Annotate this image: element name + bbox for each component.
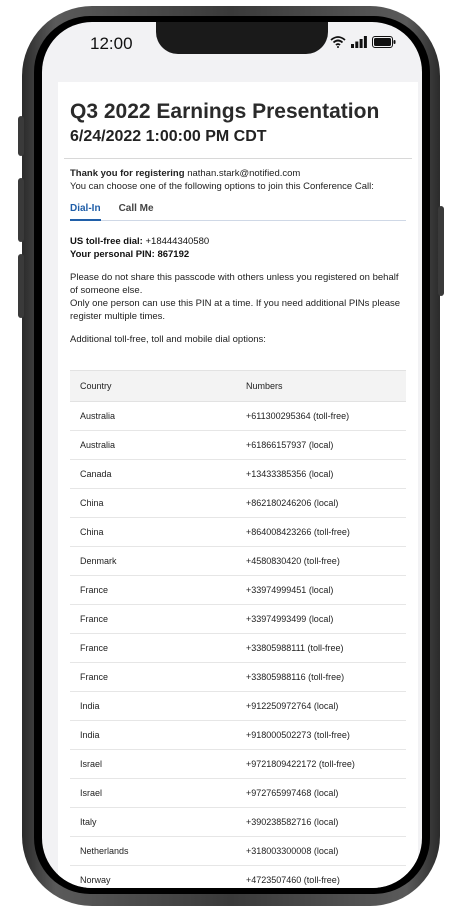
notice-additional: Additional toll-free, toll and mobile di… <box>70 334 266 345</box>
table-header-row: Country Numbers <box>70 370 406 402</box>
table-row: France +33805988111 (toll-free) <box>70 633 406 663</box>
row-number: +972765997468 (local) <box>236 778 406 808</box>
battery-icon <box>372 36 396 48</box>
row-number: +33974999451 (local) <box>236 575 406 605</box>
phone-screen: 12:00 Q3 2022 Earnings Presentation 6/24… <box>34 16 430 894</box>
notice-single-use: Only one person can use this PIN at a ti… <box>70 298 401 322</box>
table-row: Australia +61866157937 (local) <box>70 430 406 460</box>
row-country: Netherlands <box>70 836 236 866</box>
table-row: Italy +390238582716 (local) <box>70 807 406 837</box>
row-country: France <box>70 604 236 634</box>
side-button-power <box>438 206 444 296</box>
row-country: Israel <box>70 749 236 779</box>
row-number: +4723507460 (toll-free) <box>236 865 406 888</box>
signal-icon <box>351 36 367 48</box>
table-row: Norway +4723507460 (toll-free) <box>70 865 406 888</box>
row-number: +390238582716 (local) <box>236 807 406 837</box>
page-card: Q3 2022 Earnings Presentation 6/24/2022 … <box>58 82 418 888</box>
dial-options-table: Country Numbers Australia +611300295364 (… <box>70 370 406 888</box>
status-icons <box>330 36 396 48</box>
row-number: +4580830420 (toll-free) <box>236 546 406 576</box>
pin-label: Your personal PIN: <box>70 249 155 260</box>
table-row: France +33805988116 (toll-free) <box>70 662 406 692</box>
status-time: 12:00 <box>90 34 133 53</box>
row-country: Australia <box>70 401 236 431</box>
table-row: China +862180246206 (local) <box>70 488 406 518</box>
row-country: Italy <box>70 807 236 837</box>
row-country: Australia <box>70 430 236 460</box>
row-country: China <box>70 517 236 547</box>
pin-value: 867192 <box>157 249 190 260</box>
dial-info: US toll-free dial: +18444340580 Your per… <box>70 235 406 261</box>
join-tabs: Dial-In Call Me <box>70 203 406 221</box>
table-row: France +33974993499 (local) <box>70 604 406 634</box>
row-number: +912250972764 (local) <box>236 691 406 721</box>
display: 12:00 Q3 2022 Earnings Presentation 6/24… <box>42 22 422 888</box>
table-row: Denmark +4580830420 (toll-free) <box>70 546 406 576</box>
row-number: +918000502273 (toll-free) <box>236 720 406 750</box>
table-row: France +33974999451 (local) <box>70 575 406 605</box>
row-country: India <box>70 720 236 750</box>
row-country: India <box>70 691 236 721</box>
row-country: Canada <box>70 459 236 489</box>
tollfree-label: US toll-free dial: <box>70 236 143 247</box>
table-row: China +864008423266 (toll-free) <box>70 517 406 547</box>
row-number: +318003300008 (local) <box>236 836 406 866</box>
divider <box>64 158 412 159</box>
row-number: +862180246206 (local) <box>236 488 406 518</box>
row-country: Norway <box>70 865 236 888</box>
header-numbers: Numbers <box>236 370 406 402</box>
tab-call-me[interactable]: Call Me <box>119 203 154 214</box>
registration-thanks: Thank you for registering <box>70 168 185 179</box>
row-number: +611300295364 (toll-free) <box>236 401 406 431</box>
row-number: +61866157937 (local) <box>236 430 406 460</box>
tollfree-number: +18444340580 <box>145 236 210 247</box>
row-number: +864008423266 (toll-free) <box>236 517 406 547</box>
side-button-mute <box>18 116 24 156</box>
row-country: France <box>70 633 236 663</box>
table-row: India +912250972764 (local) <box>70 691 406 721</box>
row-country: Israel <box>70 778 236 808</box>
tab-dial-in[interactable]: Dial-In <box>70 203 101 221</box>
row-number: +33974993499 (local) <box>236 604 406 634</box>
table-row: Canada +13433385356 (local) <box>70 459 406 489</box>
row-number: +33805988111 (toll-free) <box>236 633 406 663</box>
table-row: Israel +972765997468 (local) <box>70 778 406 808</box>
event-title: Q3 2022 Earnings Presentation <box>70 100 380 123</box>
side-button-volume-down <box>18 254 24 318</box>
registration-email: nathan.stark@notified.com <box>187 168 301 179</box>
row-number: +9721809422172 (toll-free) <box>236 749 406 779</box>
row-number: +33805988116 (toll-free) <box>236 662 406 692</box>
notch <box>156 22 328 54</box>
event-datetime: 6/24/2022 1:00:00 PM CDT <box>70 128 267 145</box>
table-row: Netherlands +318003300008 (local) <box>70 836 406 866</box>
side-button-volume-up <box>18 178 24 242</box>
registration-choose: You can choose one of the following opti… <box>70 181 374 192</box>
row-number: +13433385356 (local) <box>236 459 406 489</box>
table-row: Israel +9721809422172 (toll-free) <box>70 749 406 779</box>
table-row: India +918000502273 (toll-free) <box>70 720 406 750</box>
row-country: France <box>70 662 236 692</box>
row-country: China <box>70 488 236 518</box>
registration-text: Thank you for registering nathan.stark@n… <box>70 167 406 193</box>
notice-share: Please do not share this passcode with o… <box>70 272 399 296</box>
table-row: Australia +611300295364 (toll-free) <box>70 401 406 431</box>
row-country: Denmark <box>70 546 236 576</box>
row-country: France <box>70 575 236 605</box>
wifi-icon <box>330 36 346 48</box>
header-country: Country <box>70 370 236 402</box>
